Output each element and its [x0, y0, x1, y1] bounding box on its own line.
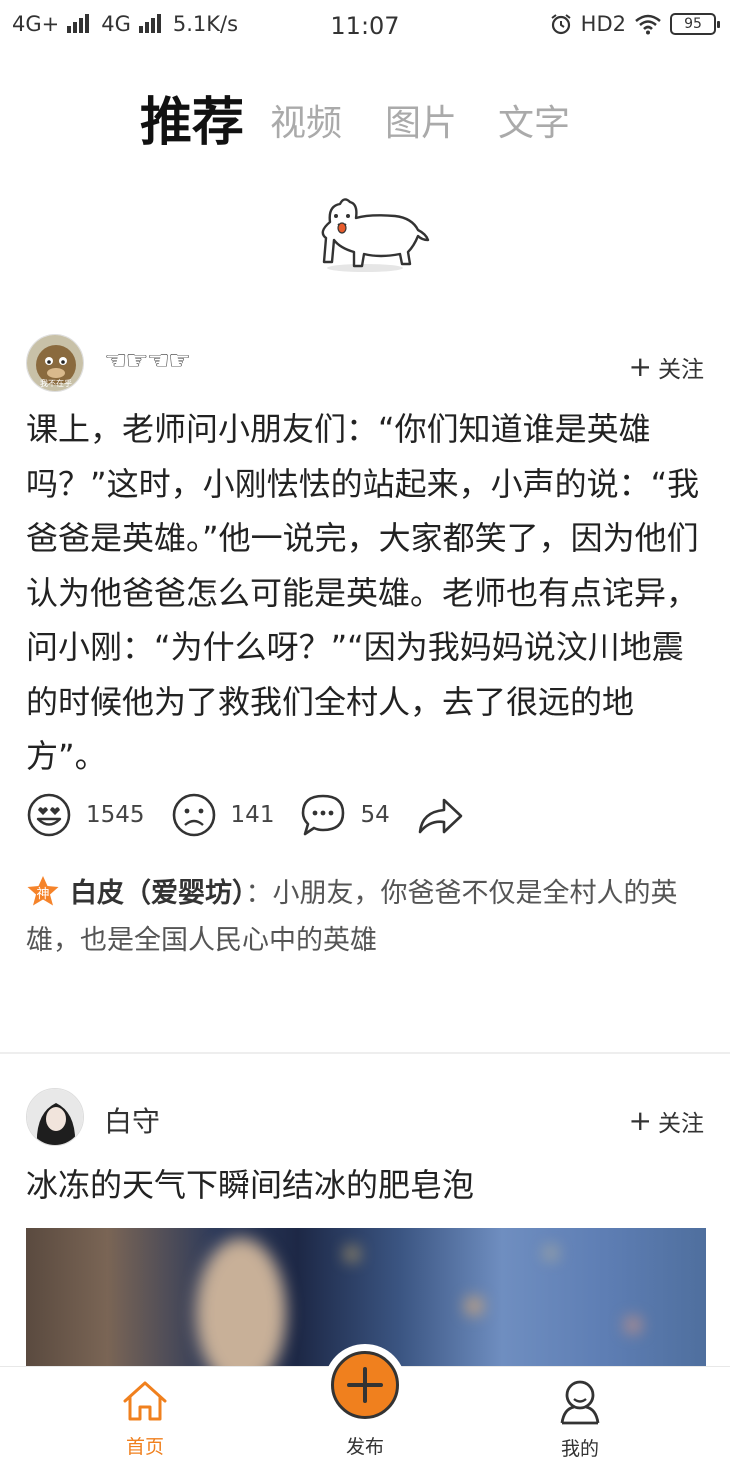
top-tabs: 推荐 视频 图片 文字	[0, 80, 730, 153]
follow-button[interactable]: + 关注	[629, 350, 704, 384]
sad-face-icon	[172, 793, 215, 837]
status-bar: 4G+ 4G 5.1K/s 11:07 HD2 95	[0, 0, 730, 52]
plus-icon: +	[628, 350, 652, 383]
avatar[interactable]	[26, 1088, 84, 1146]
nav-me[interactable]: 我的	[520, 1379, 640, 1460]
commenter-name[interactable]: 白皮（爱婴坊）	[70, 878, 246, 909]
tab-image[interactable]: 图片	[385, 94, 457, 146]
dislike-button[interactable]: 141	[171, 792, 275, 838]
like-button[interactable]: 1545	[26, 792, 145, 838]
tab-recommend[interactable]: 推荐	[140, 80, 244, 155]
publish-label: 发布	[345, 1436, 384, 1458]
avatar[interactable]: 我不在乎	[26, 334, 84, 392]
wifi-icon	[635, 14, 661, 35]
username[interactable]: ☜☞☜☞	[104, 346, 191, 376]
like-count: 1545	[86, 802, 145, 828]
heart-eyes-face-icon	[27, 793, 71, 837]
post-actions: 1545 141 54	[26, 792, 490, 838]
status-right: HD2 95	[549, 12, 720, 36]
plus-icon	[347, 1367, 383, 1403]
comment-button[interactable]: 54	[300, 792, 390, 838]
plus-icon: +	[628, 1104, 652, 1137]
tab-text[interactable]: 文字	[498, 94, 570, 146]
nav-me-label: 我的	[560, 1438, 599, 1460]
nav-home-label: 首页	[125, 1436, 164, 1458]
publish-button-wrap	[324, 1344, 406, 1426]
home-icon	[123, 1381, 167, 1421]
post-content: 课上，老师问小朋友们：“你们知道谁是英雄吗？”这时，小刚怯怯的站起来，小声的说：…	[26, 410, 700, 775]
mascot-dog-icon	[321, 198, 430, 272]
follow-label: 关注	[658, 1111, 704, 1137]
share-button[interactable]	[416, 792, 464, 838]
comment-count: 54	[360, 802, 390, 828]
follow-label: 关注	[658, 357, 704, 383]
user-icon	[560, 1380, 600, 1425]
top-comment[interactable]: 神 白皮（爱婴坊）：小朋友，你爸爸不仅是全村人的英雄，也是全国人民心中的英雄	[26, 870, 706, 964]
publish-button[interactable]	[331, 1351, 399, 1419]
dislike-count: 141	[230, 802, 275, 828]
battery-icon: 95	[670, 13, 720, 35]
comment-bubble-icon	[302, 794, 345, 836]
god-badge-label: 神	[36, 887, 49, 902]
post-title: 冰冻的天气下瞬间结冰的肥皂泡	[26, 1166, 475, 1204]
share-arrow-icon	[418, 798, 463, 834]
hd-indicator: HD2	[580, 12, 626, 36]
alarm-icon	[551, 14, 571, 35]
tab-video[interactable]: 视频	[270, 94, 342, 146]
follow-button[interactable]: + 关注	[629, 1104, 704, 1138]
nav-home[interactable]: 首页	[85, 1379, 205, 1459]
divider	[0, 1052, 730, 1054]
avatar-caption: 我不在乎	[40, 378, 72, 388]
username[interactable]: 白守	[104, 1100, 160, 1140]
god-badge-icon: 神	[27, 876, 59, 906]
